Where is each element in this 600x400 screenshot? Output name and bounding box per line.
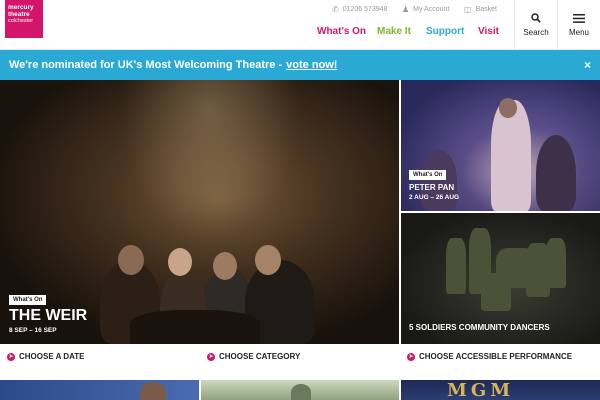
phone-icon: ✆ bbox=[332, 5, 339, 14]
dancer-figure bbox=[481, 273, 511, 311]
pub-table bbox=[130, 310, 260, 344]
mercury-theatre-logo[interactable]: mercury theatre colchester bbox=[5, 0, 43, 38]
arrow-right-icon: ➤ bbox=[7, 352, 15, 361]
announcement-banner: We're nominated for UK's Most Welcoming … bbox=[0, 50, 600, 80]
nav-whats-on[interactable]: What's On bbox=[317, 26, 366, 37]
show-dates: 2 AUG – 26 AUG bbox=[409, 194, 460, 201]
my-account-label: My Account bbox=[413, 6, 450, 13]
choose-date-label: CHOOSE A DATE bbox=[19, 352, 85, 361]
search-icon bbox=[531, 13, 541, 23]
show-tile-peter-pan[interactable]: What's On PETER PAN 2 AUG – 26 AUG bbox=[401, 80, 600, 211]
actor-face bbox=[499, 98, 517, 118]
choose-category-label: CHOOSE CATEGORY bbox=[219, 352, 301, 361]
actor-face bbox=[213, 252, 237, 280]
site-header: mercury theatre colchester ✆ 01206 57394… bbox=[0, 0, 600, 50]
arrow-right-icon: ➤ bbox=[207, 352, 215, 361]
show-tile-preview[interactable] bbox=[0, 380, 199, 400]
show-tile-the-weir[interactable]: What's On THE WEIR 8 SEP – 16 SEP bbox=[0, 80, 399, 344]
menu-label: Menu bbox=[568, 27, 589, 37]
nav-make-it[interactable]: Make It bbox=[377, 26, 411, 37]
basket-label: Basket bbox=[475, 6, 497, 13]
my-account-link[interactable]: ♟ My Account bbox=[402, 5, 449, 14]
vote-now-link[interactable]: vote now! bbox=[286, 59, 337, 71]
show-title: PETER PAN bbox=[409, 183, 455, 192]
show-tile-preview[interactable] bbox=[201, 380, 399, 400]
nav-visit[interactable]: Visit bbox=[478, 26, 499, 37]
choose-category-link[interactable]: ➤ CHOOSE CATEGORY bbox=[207, 352, 300, 361]
actor-face bbox=[168, 248, 192, 276]
phone-link[interactable]: ✆ 01206 573948 bbox=[332, 5, 387, 14]
phone-number: 01206 573948 bbox=[342, 6, 388, 13]
basket-icon: ◫ bbox=[464, 5, 472, 14]
choose-accessible-label: CHOOSE ACCESSIBLE PERFORMANCE bbox=[419, 352, 573, 361]
choose-accessible-link[interactable]: ➤ CHOOSE ACCESSIBLE PERFORMANCE bbox=[407, 352, 572, 361]
actor-figure bbox=[536, 135, 576, 211]
whats-on-tag: What's On bbox=[9, 295, 47, 305]
banner-text: We're nominated for UK's Most Welcoming … bbox=[9, 59, 283, 71]
show-tile-preview[interactable]: MGM bbox=[401, 380, 600, 400]
hamburger-icon bbox=[573, 13, 585, 23]
stage-light bbox=[120, 80, 300, 240]
show-title: THE WEIR bbox=[9, 307, 88, 324]
actor-face bbox=[118, 245, 144, 275]
user-icon: ♟ bbox=[402, 5, 410, 14]
search-label: Search bbox=[523, 28, 549, 37]
mgm-title-text: MGM bbox=[447, 380, 515, 400]
show-tile-5-soldiers[interactable]: 5 SOLDIERS COMMUNITY DANCERS bbox=[401, 213, 600, 344]
show-dates: 8 SEP – 16 SEP bbox=[9, 327, 57, 334]
preview-figure bbox=[140, 382, 166, 400]
basket-link[interactable]: ◫ Basket bbox=[464, 5, 497, 14]
logo-line-3: colchester bbox=[8, 18, 34, 24]
close-icon[interactable]: × bbox=[584, 58, 591, 72]
arrow-right-icon: ➤ bbox=[407, 352, 415, 361]
actor-face bbox=[255, 245, 281, 275]
dancer-figure bbox=[446, 238, 466, 294]
nav-support[interactable]: Support bbox=[426, 26, 464, 37]
logo-line-1: mercury bbox=[8, 4, 34, 11]
dancer-figure bbox=[546, 238, 566, 288]
choose-date-link[interactable]: ➤ CHOOSE A DATE bbox=[7, 352, 84, 361]
preview-figure bbox=[291, 384, 311, 400]
whats-on-tag: What's On bbox=[409, 170, 447, 180]
actor-figure bbox=[421, 150, 457, 211]
show-title: 5 SOLDIERS COMMUNITY DANCERS bbox=[409, 323, 550, 332]
logo-line-2: theatre bbox=[8, 11, 30, 18]
search-button[interactable]: Search bbox=[514, 0, 557, 50]
menu-button[interactable]: Menu bbox=[557, 0, 600, 50]
